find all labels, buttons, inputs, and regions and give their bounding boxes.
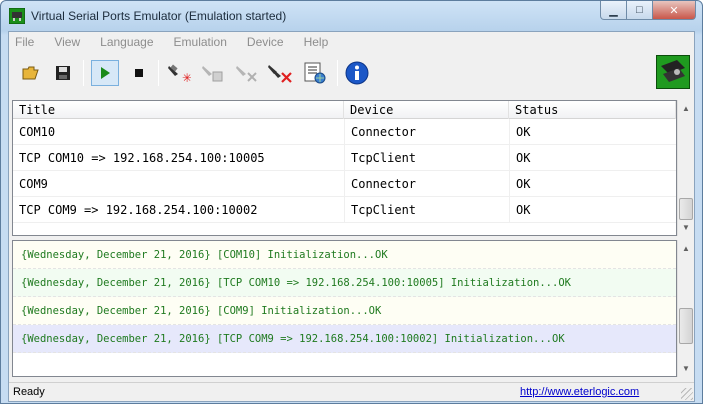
delete-all-devices-button[interactable] (267, 60, 295, 86)
cell-status: OK (509, 119, 676, 145)
svg-text:✳: ✳ (182, 71, 191, 84)
toolbar: ✳ (9, 54, 694, 92)
settings-icon (304, 62, 326, 84)
scroll-down-icon[interactable]: ▼ (678, 219, 694, 236)
app-logo (656, 55, 690, 89)
delete-all-icon (268, 65, 292, 83)
table-row[interactable]: COM9 Connector OK (13, 171, 676, 197)
client-area: File View Language Emulation Device Help (8, 31, 695, 402)
cell-device: TcpClient (344, 197, 509, 223)
settings-button[interactable] (301, 60, 329, 86)
open-button[interactable] (17, 60, 45, 86)
cell-title: TCP COM10 => 192.168.254.100:10005 (19, 151, 265, 165)
toolbar-separator (83, 60, 84, 86)
edit-device-button[interactable] (199, 60, 227, 86)
table-row[interactable]: TCP COM9 => 192.168.254.100:10002 TcpCli… (13, 197, 676, 223)
scroll-down-icon[interactable]: ▼ (678, 360, 694, 377)
save-icon (56, 66, 70, 80)
cell-status: OK (509, 171, 676, 197)
save-button[interactable] (49, 60, 77, 86)
stop-emulation-button[interactable] (125, 60, 153, 86)
cell-title: COM9 (19, 177, 48, 191)
cell-status: OK (509, 197, 676, 223)
close-button[interactable]: ✕ (653, 1, 696, 20)
menu-language[interactable]: Language (100, 35, 153, 49)
scroll-up-icon[interactable]: ▲ (678, 100, 694, 117)
device-list-scrollbar[interactable]: ▲ ▼ (677, 100, 694, 236)
status-bar: Ready http://www.eterlogic.com (9, 382, 694, 401)
log-entry: {Wednesday, December 21, 2016} [COM10] I… (13, 241, 676, 269)
edit-device-icon (202, 66, 223, 82)
app-window: Virtual Serial Ports Emulator (Emulation… (0, 0, 703, 404)
close-icon: ✕ (669, 4, 679, 17)
menu-emulation[interactable]: Emulation (174, 35, 227, 49)
new-device-icon: ✳ (168, 64, 191, 84)
minimize-icon: ▁ (609, 4, 618, 17)
column-header-title[interactable]: Title (13, 101, 344, 119)
open-folder-icon (22, 66, 39, 80)
event-log-scrollbar[interactable]: ▲ ▼ (677, 240, 694, 377)
cell-status: OK (509, 145, 676, 171)
cell-title: TCP COM9 => 192.168.254.100:10002 (19, 203, 258, 217)
stop-icon (135, 69, 143, 77)
scroll-thumb[interactable] (679, 198, 693, 220)
website-link[interactable]: http://www.eterlogic.com (520, 386, 639, 398)
about-button[interactable] (343, 60, 371, 86)
maximize-icon: □ (636, 4, 643, 16)
maximize-button[interactable]: □ (627, 1, 653, 20)
play-icon (101, 67, 110, 79)
cell-device: Connector (344, 119, 509, 145)
event-log: {Wednesday, December 21, 2016} [COM10] I… (12, 240, 677, 377)
column-header-status[interactable]: Status (509, 101, 676, 119)
menu-help[interactable]: Help (304, 35, 329, 49)
window-title: Virtual Serial Ports Emulator (Emulation… (31, 9, 287, 23)
delete-device-button[interactable] (233, 60, 261, 86)
menu-bar: File View Language Emulation Device Help (9, 32, 694, 52)
device-list: Title Device Status COM10 Connector OK T… (12, 100, 677, 236)
device-list-header: Title Device Status (13, 101, 676, 119)
delete-device-icon (236, 66, 257, 82)
minimize-button[interactable]: ▁ (600, 1, 627, 20)
window-controls: ▁ □ ✕ (600, 1, 696, 21)
app-logo-icon (657, 56, 689, 88)
resize-grip-icon[interactable] (681, 388, 693, 400)
scroll-thumb[interactable] (679, 308, 693, 344)
new-device-button[interactable]: ✳ (165, 60, 193, 86)
status-text: Ready (13, 386, 45, 398)
app-icon (9, 8, 25, 24)
log-entry: {Wednesday, December 21, 2016} [TCP COM1… (13, 269, 676, 297)
title-bar[interactable]: Virtual Serial Ports Emulator (Emulation… (1, 1, 702, 31)
log-entry: {Wednesday, December 21, 2016} [TCP COM9… (13, 325, 676, 353)
cell-title: COM10 (19, 125, 56, 139)
menu-device[interactable]: Device (247, 35, 284, 49)
toolbar-separator (337, 60, 338, 86)
table-row[interactable]: TCP COM10 => 192.168.254.100:10005 TcpCl… (13, 145, 676, 171)
menu-view[interactable]: View (54, 35, 80, 49)
cell-device: TcpClient (344, 145, 509, 171)
log-entry: {Wednesday, December 21, 2016} [COM9] In… (13, 297, 676, 325)
column-header-device[interactable]: Device (344, 101, 509, 119)
scroll-up-icon[interactable]: ▲ (678, 240, 694, 257)
table-row[interactable]: COM10 Connector OK (13, 119, 676, 145)
toolbar-separator (158, 60, 159, 86)
start-emulation-button[interactable] (91, 60, 119, 86)
menu-file[interactable]: File (15, 35, 34, 49)
cell-device: Connector (344, 171, 509, 197)
info-icon (345, 61, 369, 85)
